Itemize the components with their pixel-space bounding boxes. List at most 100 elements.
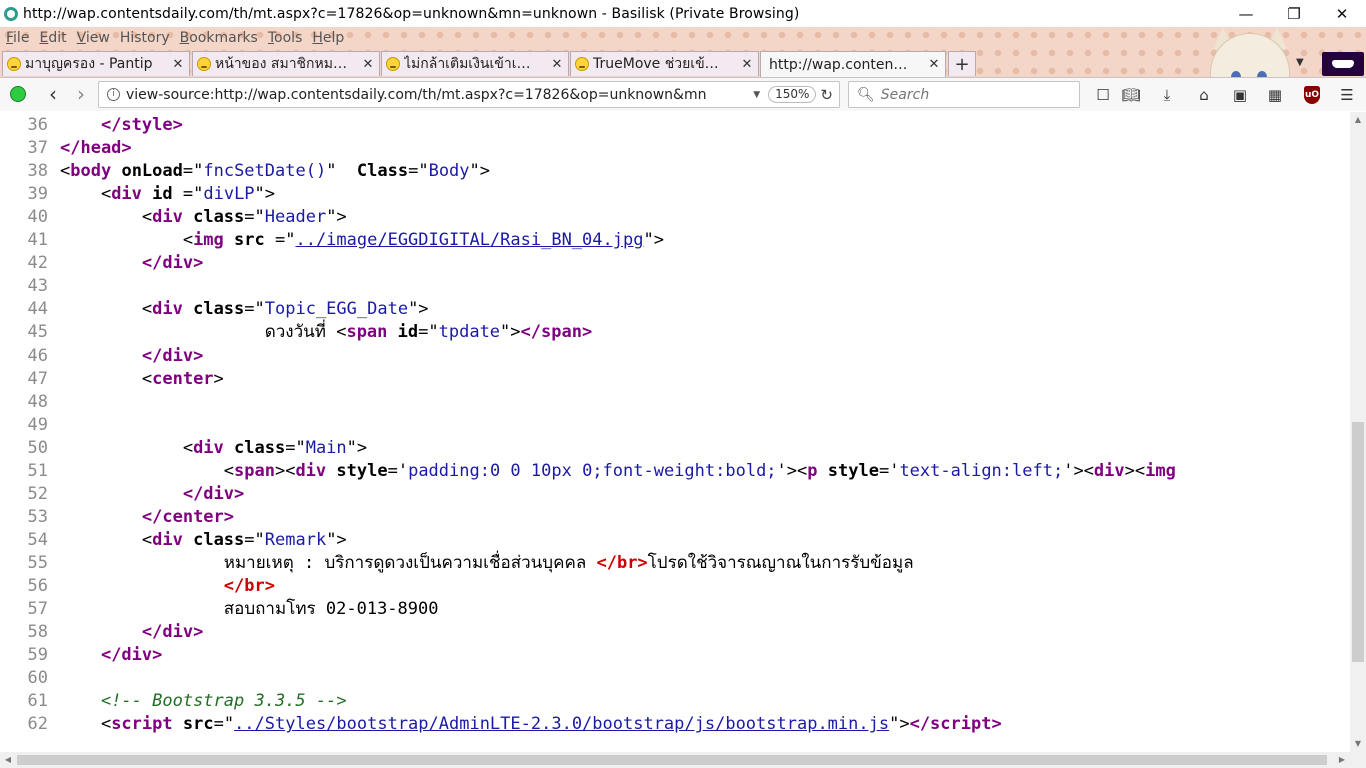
- menu-bar: File Edit View History Bookmarks Tools Help: [0, 27, 350, 49]
- zoom-level-badge[interactable]: 150%: [768, 86, 817, 103]
- scroll-up-icon[interactable]: ▲: [1350, 112, 1366, 128]
- scroll-left-icon[interactable]: ◀: [0, 752, 16, 768]
- search-input[interactable]: [880, 86, 1071, 103]
- horizontal-scrollbar[interactable]: ◀ ▶: [0, 752, 1350, 768]
- ublock-icon[interactable]: uO: [1304, 86, 1320, 104]
- line-number: 54: [27, 529, 48, 550]
- line-number: 48: [27, 391, 48, 412]
- menu-tools[interactable]: Tools: [264, 30, 307, 46]
- library-icon[interactable]: 📖︎: [1120, 84, 1142, 106]
- tab-5[interactable]: http://wap.conten… ✕: [760, 51, 946, 77]
- source-line: 44 <div class="Topic_EGG_Date">: [0, 298, 429, 321]
- hamburger-icon[interactable]: ☰: [1336, 84, 1358, 106]
- source-line: 53 </center>: [0, 506, 235, 529]
- source-line: 54 <div class="Remark">: [0, 529, 347, 552]
- home-icon[interactable]: ⌂: [1193, 84, 1215, 106]
- source-code: <div class="Header">: [60, 207, 347, 228]
- line-number: 38: [27, 161, 48, 182]
- menu-edit[interactable]: Edit: [35, 30, 70, 46]
- source-line: 46 </div>: [0, 345, 204, 368]
- source-code: สอบถามโทร 02-013-8900: [223, 599, 439, 620]
- close-window-button[interactable]: ✕: [1318, 0, 1366, 27]
- download-icon[interactable]: ⤓: [1156, 84, 1178, 106]
- line-number: 59: [27, 645, 48, 666]
- source-code: <div class="Remark">: [60, 529, 347, 550]
- source-line: 55 หมายเหตุ : บริการดูดวงเป็นความเชื่อส่…: [0, 552, 914, 575]
- source-line: 42 </div>: [0, 252, 204, 275]
- source-code: </div>: [182, 483, 245, 504]
- line-number: 39: [27, 184, 48, 205]
- url-text[interactable]: view-source:http://wap.contentsdaily.com…: [126, 87, 745, 103]
- source-line: 41 <img src ="../image/EGGDIGITAL/Rasi_B…: [0, 229, 664, 252]
- line-number: 44: [27, 299, 48, 320]
- source-line: 39 <div id ="divLP">: [0, 183, 276, 206]
- screenshot-icon[interactable]: ▦: [1264, 84, 1286, 106]
- maximize-button[interactable]: ❐: [1270, 0, 1318, 27]
- source-code: <center>: [60, 368, 224, 389]
- smiley-favicon-icon: [575, 57, 589, 71]
- menu-help[interactable]: Help: [308, 30, 348, 46]
- source-code: </head>: [60, 138, 132, 159]
- source-code: <img src ="../image/EGGDIGITAL/Rasi_BN_0…: [60, 230, 664, 251]
- menu-file[interactable]: File: [2, 30, 33, 46]
- source-code: ดวงวันที่ <span id="tpdate"></span>: [264, 322, 593, 343]
- search-icon: 🔍︎: [857, 86, 875, 103]
- forward-arrow-icon[interactable]: ›: [68, 81, 94, 107]
- vertical-scroll-thumb[interactable]: [1352, 422, 1364, 662]
- tab-close-icon[interactable]: ✕: [550, 57, 564, 72]
- source-line: 57 สอบถามโทร 02-013-8900: [0, 598, 439, 621]
- bookmark-icon[interactable]: ☐: [1092, 84, 1114, 106]
- source-line: 43: [0, 275, 60, 298]
- tab-3[interactable]: ไม่กล้าเติมเงินเข้าเ… ✕: [381, 51, 569, 76]
- tab-label: TrueMove ช่วยเข้…: [593, 56, 719, 72]
- source-line: 58 </div>: [0, 621, 204, 644]
- source-code: <div class="Topic_EGG_Date">: [60, 299, 429, 320]
- menu-history[interactable]: History: [116, 30, 174, 46]
- source-code: </br>: [223, 576, 275, 596]
- tab-close-icon[interactable]: ✕: [927, 57, 941, 72]
- source-code: </div>: [141, 345, 204, 366]
- back-arrow-icon[interactable]: ‹: [40, 81, 66, 107]
- line-number: 55: [27, 552, 48, 573]
- new-tab-button[interactable]: +: [948, 51, 976, 76]
- scroll-down-icon[interactable]: ▼: [1350, 736, 1366, 752]
- site-info-icon[interactable]: i: [107, 88, 120, 101]
- minimize-button[interactable]: —: [1222, 0, 1270, 27]
- source-line: 60: [0, 667, 60, 690]
- source-code: </center>: [141, 506, 235, 527]
- source-code: <!-- Bootstrap 3.3.5 -->: [100, 691, 347, 712]
- source-view[interactable]: 36 </style> 37 </head> 38 <body onLoad="fncS…: [0, 112, 1350, 752]
- menu-bookmarks[interactable]: Bookmarks: [176, 30, 262, 46]
- window-title: http://wap.contentsdaily.com/th/mt.aspx?…: [23, 5, 800, 22]
- tab-close-icon[interactable]: ✕: [361, 57, 375, 72]
- line-number: 43: [27, 276, 48, 297]
- scroll-right-icon[interactable]: ▶: [1334, 752, 1350, 768]
- menu-view[interactable]: View: [73, 30, 114, 46]
- tab-close-icon[interactable]: ✕: [171, 57, 185, 72]
- smiley-favicon-icon: [197, 57, 211, 71]
- smiley-favicon-icon: [7, 57, 21, 71]
- search-bar[interactable]: 🔍︎: [848, 81, 1080, 108]
- tab-close-icon[interactable]: ✕: [740, 57, 754, 72]
- url-history-dropdown-icon[interactable]: ▼: [753, 90, 760, 100]
- tab-4[interactable]: TrueMove ช่วยเข้… ✕: [570, 51, 759, 76]
- reload-icon[interactable]: ↻: [820, 86, 833, 104]
- basilisk-icon: [4, 6, 18, 21]
- horizontal-scroll-thumb[interactable]: [17, 755, 1327, 765]
- extension-icon[interactable]: ▣: [1229, 84, 1251, 106]
- tab-2[interactable]: หน้าของ สมาชิกหม… ✕: [192, 51, 380, 76]
- green-status-icon[interactable]: [10, 86, 26, 102]
- line-number: 37: [27, 138, 48, 159]
- source-code: </style>: [100, 115, 183, 135]
- url-bar[interactable]: i view-source:http://wap.contentsdaily.c…: [98, 81, 840, 108]
- line-number: 56: [27, 576, 48, 596]
- tab-list-dropdown-icon[interactable]: ▼: [1296, 57, 1304, 68]
- smiley-favicon-icon: [386, 57, 400, 71]
- vertical-scrollbar[interactable]: ▲ ▼: [1350, 112, 1366, 752]
- tab-1[interactable]: มาบุญครอง - Pantip ✕: [2, 51, 190, 76]
- line-number: 36: [27, 115, 48, 135]
- source-line: 38 <body onLoad="fncSetDate()" Class="Bod…: [0, 160, 491, 183]
- source-line: 51 <span><div style='padding:0 0 10px 0;…: [0, 460, 1176, 483]
- line-number: 51: [27, 460, 48, 481]
- source-code: </div>: [141, 253, 204, 274]
